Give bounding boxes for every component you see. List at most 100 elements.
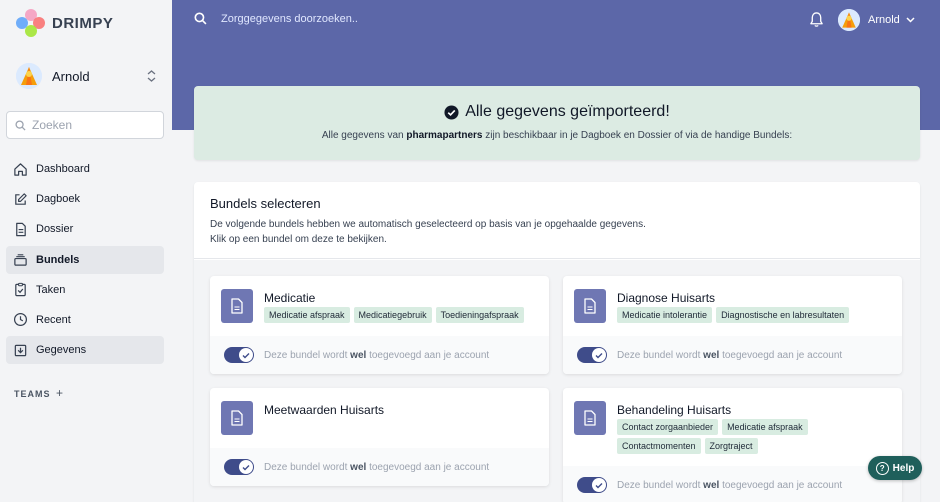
sidebar-item-gegevens[interactable]: Gegevens [6,336,164,365]
clock-icon [12,312,28,328]
avatar [838,9,860,31]
status-text: Deze bundel wordt [264,349,351,361]
sidebar-item-label: Recent [36,313,71,326]
teams-label: TEAMS [14,389,51,399]
status-text: Deze bundel wordt [617,349,704,361]
help-button[interactable]: ? Help [868,456,922,480]
sidebar-item-label: Bundels [36,253,80,266]
bundle-tags: Medicatie intolerantie Diagnostische en … [617,307,897,323]
bundle-title: Behandeling Huisarts [617,403,732,417]
bundle-tag: Toedieningafspraak [435,307,524,323]
sidebar-item-label: Dagboek [36,193,81,206]
status-bold: wel [350,461,367,473]
check-icon [595,482,603,488]
user-name: Arnold [52,68,90,84]
document-icon [12,221,28,237]
bundle-tags: Contact zorgaanbieder Medicatie afspraak… [617,419,827,454]
banner-sub-text: Alle gegevens van [321,130,407,141]
banner-title-text: Alle gegevens geïmporteerd! [465,103,670,120]
user-switcher[interactable]: Arnold [16,62,156,90]
download-icon [12,342,28,358]
bundle-toggle[interactable] [224,347,254,363]
bundle-tag: Contact zorgaanbieder [617,419,719,435]
global-search-input[interactable]: Zorggegevens doorzoeken.. [221,13,358,25]
app-logo[interactable]: DRIMPY [16,9,113,38]
status-text: Deze bundel wordt [264,461,351,473]
help-label: Help [892,462,915,474]
bundle-tag: Medicatie intolerantie [617,307,713,323]
panel-description-line: De volgende bundels hebben we automatisc… [210,219,646,230]
check-icon [242,464,250,470]
chevron-up-down-icon [147,69,156,83]
bundle-status-text: Deze bundel wordt wel toegevoegd aan je … [617,480,842,491]
sidebar-item-dossier[interactable]: Dossier [6,215,164,243]
bundle-card-medicatie[interactable]: Medicatie Medicatie afspraak Medicatiege… [210,276,549,374]
logo-mark-icon [16,9,45,38]
global-search[interactable]: Zorggegevens doorzoeken.. [194,12,358,25]
account-menu[interactable]: Arnold [838,9,915,31]
chevron-down-icon [906,17,915,23]
sidebar-item-dashboard[interactable]: Dashboard [6,155,164,183]
panel-header: Bundels selecteren De volgende bundels h… [194,182,920,259]
clipboard-check-icon [12,282,28,298]
stack-icon [12,252,28,268]
sidebar-item-recent[interactable]: Recent [6,306,164,334]
bundle-toggle[interactable] [577,347,607,363]
bundle-toggle[interactable] [577,477,607,493]
check-icon [242,352,250,358]
bundle-title: Diagnose Huisarts [617,291,716,305]
status-text: toegevoegd aan je account [366,461,490,473]
status-text: toegevoegd aan je account [366,349,490,361]
banner-title: Alle gegevens geïmporteerd! [194,103,920,121]
document-icon [574,401,606,435]
bundle-tag: Zorgtraject [704,438,758,454]
bundle-card-behandeling-huisarts[interactable]: Behandeling Huisarts Contact zorgaanbied… [563,388,902,502]
bundles-panel: Bundels selecteren De volgende bundels h… [194,182,920,502]
document-icon [574,289,606,323]
pencil-square-icon [12,191,28,207]
bundle-status-row: Deze bundel wordt wel toegevoegd aan je … [210,448,549,486]
bundle-card-diagnose-huisarts[interactable]: Diagnose Huisarts Medicatie intolerantie… [563,276,902,374]
bundle-toggle[interactable] [224,459,254,475]
bundle-status-text: Deze bundel wordt wel toegevoegd aan je … [617,350,842,361]
bundle-tag: Medicatie afspraak [722,419,808,435]
question-icon: ? [875,461,889,475]
bundle-tag: Medicatie afspraak [264,307,350,323]
status-bold: wel [703,349,720,361]
sidebar-search-input[interactable] [32,118,152,132]
sidebar-item-dagboek[interactable]: Dagboek [6,185,164,213]
status-bold: wel [350,349,367,361]
bundle-tag: Medicatiegebruik [353,307,432,323]
check-circle-icon [444,104,459,120]
bundle-card-meetwaarden-huisarts[interactable]: Meetwaarden Huisarts Deze bundel wordt w… [210,388,549,486]
document-icon [221,289,253,323]
avatar [16,63,42,89]
bundle-grid: Medicatie Medicatie afspraak Medicatiege… [194,260,920,502]
bundle-title: Meetwaarden Huisarts [264,403,385,417]
import-success-banner: Alle gegevens geïmporteerd! Alle gegeven… [194,86,920,160]
sidebar-item-label: Gegevens [36,344,87,357]
app-name: DRIMPY [52,15,114,32]
panel-description-line: Klik op een bundel om deze te bekijken. [210,234,387,245]
check-icon [595,352,603,358]
bundle-status-row: Deze bundel wordt wel toegevoegd aan je … [563,466,902,502]
sidebar-item-bundels[interactable]: Bundels [6,245,164,274]
bundle-status-text: Deze bundel wordt wel toegevoegd aan je … [264,462,489,473]
sidebar-item-label: Dossier [36,223,74,236]
add-team-button[interactable]: + [56,386,64,400]
search-icon [194,12,207,25]
bundle-status-row: Deze bundel wordt wel toegevoegd aan je … [563,336,902,374]
banner-source-name: pharmapartners [406,130,483,141]
sidebar-item-label: Taken [36,283,66,296]
bundle-status-text: Deze bundel wordt wel toegevoegd aan je … [264,350,489,361]
panel-title: Bundels selecteren [210,196,321,211]
teams-section: TEAMS + [14,386,64,400]
status-bold: wel [703,479,720,491]
sidebar-search[interactable] [6,111,164,139]
notifications-bell-icon[interactable] [809,11,824,33]
home-icon [12,161,28,177]
banner-sub-text: zijn beschikbaar in je Dagboek en Dossie… [482,130,793,141]
sidebar-nav: Dashboard Dagboek Dossier Bundels Taken … [6,155,164,366]
sidebar-item-label: Dashboard [36,163,90,175]
sidebar-item-taken[interactable]: Taken [6,276,164,304]
